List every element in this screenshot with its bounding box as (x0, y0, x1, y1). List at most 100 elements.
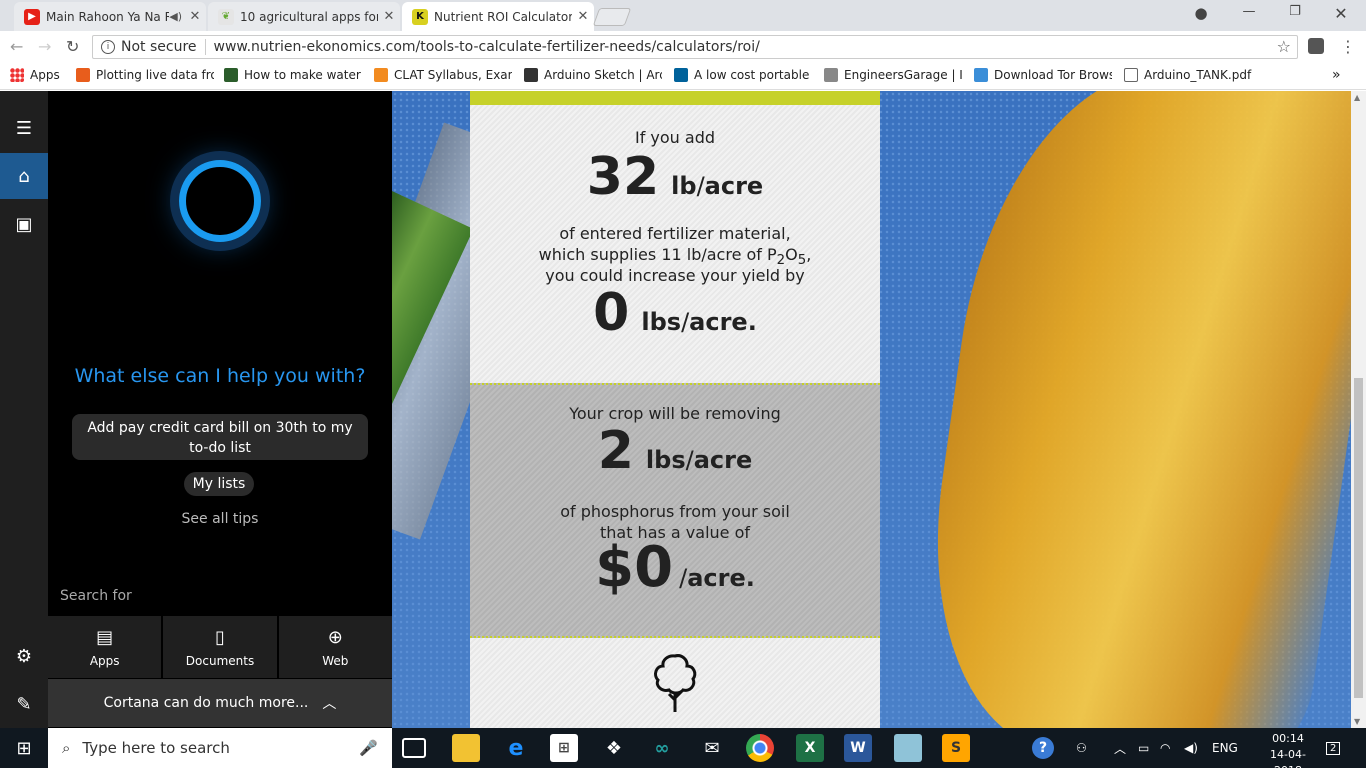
show-hidden-icons-chevron-icon[interactable]: ︿ (1114, 728, 1126, 768)
minimize-button[interactable]: — (1226, 4, 1272, 19)
language-indicator[interactable]: ENG (1212, 728, 1238, 768)
unit-part: lbs (645, 446, 686, 474)
new-tab-button[interactable] (592, 8, 632, 26)
extension-icon[interactable] (1308, 38, 1324, 54)
youtube-icon: ▶ (24, 8, 40, 25)
sublime-icon[interactable]: S (942, 734, 970, 762)
chrome-icon[interactable] (746, 734, 774, 762)
close-icon[interactable]: ✕ (572, 9, 594, 24)
bookmark-label: A low cost portable c (694, 68, 812, 82)
profile-icon[interactable]: ● (1178, 4, 1224, 22)
home-icon[interactable]: ⌂ (0, 153, 48, 199)
cortana-rail: ☰ ⌂ ▣ ⚙ ✎ (0, 91, 48, 728)
search-icon: ⌕ (62, 739, 71, 757)
info-icon[interactable]: i (101, 40, 115, 54)
address-bar[interactable]: i Not secure www.nutrien-ekonomics.com/t… (92, 35, 1298, 59)
bookmark-item[interactable]: Arduino Sketch | Ard (524, 68, 662, 82)
dropbox-icon[interactable]: ❖ (600, 734, 628, 762)
add-intro: If you add (634, 128, 716, 147)
page-content: If you add 32 lb/acre of entered fertili… (392, 91, 1351, 728)
network-icon[interactable]: ◠ (1160, 728, 1170, 768)
notebook-icon[interactable]: ▣ (0, 201, 48, 247)
microphone-icon[interactable]: 🎤 (359, 739, 378, 757)
hamburger-icon[interactable]: ☰ (0, 105, 48, 151)
mail-icon[interactable]: ✉ (698, 734, 726, 762)
my-lists-button[interactable]: My lists (184, 472, 254, 496)
category-apps-button[interactable]: ▤ Apps (48, 616, 162, 678)
clock[interactable]: 00:14 14-04-2018 (1258, 731, 1318, 779)
unit-part: acre (704, 172, 764, 200)
store-icon[interactable]: ⊞ (550, 734, 578, 762)
bookmark-item[interactable]: A low cost portable c (674, 68, 812, 82)
bookmark-favicon-icon (374, 68, 388, 82)
category-documents-button[interactable]: ▯ Documents (163, 616, 277, 678)
restore-button[interactable]: ❐ (1272, 4, 1318, 19)
bookmark-label: Plotting live data fro (96, 68, 214, 82)
date: 14-04-2018 (1270, 748, 1306, 777)
close-icon[interactable]: ✕ (378, 9, 400, 24)
value-line1: of phosphorus from your soil (560, 502, 790, 521)
chevron-up-icon: ︿ (322, 696, 337, 712)
taskbar-search-box[interactable]: ⌕ Type here to search 🎤 (48, 728, 392, 768)
bookmark-star-icon[interactable]: ☆ (1277, 37, 1291, 56)
back-icon[interactable]: ← (10, 37, 23, 56)
action-center-icon[interactable]: 2 (1326, 728, 1341, 768)
removal-section: Your crop will be removing 2 lbs/acre of… (470, 383, 880, 638)
url-text[interactable]: www.nutrien-ekonomics.com/tools-to-calcu… (214, 39, 760, 55)
category-label: Web (322, 653, 349, 668)
bookmark-item[interactable]: How to make water le (224, 68, 362, 82)
search-input[interactable]: Type here to search (82, 739, 229, 757)
oxygen-symbol: O (785, 245, 798, 264)
yield-section: If you add 32 lb/acre of entered fertili… (470, 105, 880, 383)
search-for-label: Search for (60, 588, 132, 604)
settings-gear-icon[interactable]: ⚙ (0, 633, 48, 679)
tree-icon (654, 654, 697, 712)
scroll-down-icon[interactable]: ▼ (1354, 717, 1360, 726)
cortana-more-button[interactable]: Cortana can do much more... ︿ (48, 679, 392, 727)
tab-nutrient-roi[interactable]: K Nutrient ROI Calculator ✕ (402, 2, 594, 31)
scrollbar-thumb[interactable] (1354, 378, 1363, 698)
tab-youtube[interactable]: ▶ Main Rahoon Ya Na R ◀) ✕ (14, 2, 206, 31)
bookmark-item[interactable]: Plotting live data fro (76, 68, 214, 82)
bookmark-label: EngineersGarage | Ins (844, 68, 962, 82)
battery-icon[interactable]: ▭ (1138, 728, 1149, 768)
add-amount: 32 (586, 147, 660, 207)
bookmark-item[interactable]: Apps (10, 68, 80, 82)
edge-icon[interactable]: e (502, 734, 530, 762)
volume-icon[interactable]: ◀) (1184, 728, 1198, 768)
bookmarks-overflow-button[interactable]: » (1332, 67, 1341, 83)
bookmark-item[interactable]: Download Tor Browse (974, 68, 1112, 82)
see-all-tips-link[interactable]: See all tips (48, 511, 392, 527)
speaker-icon[interactable]: ◀) (169, 10, 182, 23)
close-icon[interactable]: ✕ (184, 9, 206, 24)
scroll-up-icon[interactable]: ▲ (1354, 93, 1360, 102)
arduino-icon[interactable]: ∞ (648, 734, 676, 762)
bookmark-item[interactable]: Arduino_TANK.pdf (1124, 68, 1254, 82)
window-close-button[interactable]: ✕ (1318, 4, 1364, 23)
k-logo-icon: K (412, 8, 428, 25)
bookmark-label: How to make water le (244, 68, 362, 82)
search-category-bar: ▤ Apps ▯ Documents ⊕ Web (48, 616, 392, 678)
task-view-icon[interactable] (402, 738, 426, 758)
word-icon[interactable]: W (844, 734, 872, 762)
windows-start-icon[interactable]: ⊞ (0, 728, 48, 768)
bookmark-item[interactable]: CLAT Syllabus, Exam- (374, 68, 512, 82)
notepad-icon[interactable] (894, 734, 922, 762)
forward-icon[interactable]: → (38, 37, 51, 56)
unit-slash: / (681, 308, 690, 336)
feedback-icon[interactable]: ✎ (0, 681, 48, 727)
category-web-button[interactable]: ⊕ Web (278, 616, 392, 678)
unit-part: lbs (641, 308, 682, 336)
tab-strip: ▶ Main Rahoon Ya Na R ◀) ✕ ❦ 10 agricult… (0, 0, 1366, 31)
menu-icon[interactable]: ⋮ (1340, 37, 1356, 56)
tab-agri-apps[interactable]: ❦ 10 agricultural apps for y ✕ (208, 2, 400, 31)
bookmark-item[interactable]: EngineersGarage | Ins (824, 68, 962, 82)
reload-icon[interactable]: ↻ (66, 37, 79, 56)
help-icon[interactable]: ? (1032, 737, 1054, 759)
excel-icon[interactable]: X (796, 734, 824, 762)
file-explorer-icon[interactable] (452, 734, 480, 762)
category-label: Documents (185, 653, 255, 668)
page-scrollbar[interactable]: ▲ ▼ (1351, 91, 1366, 728)
suggestion-button[interactable]: Add pay credit card bill on 30th to my t… (72, 414, 368, 460)
people-icon[interactable]: ⚇ (1076, 728, 1087, 768)
